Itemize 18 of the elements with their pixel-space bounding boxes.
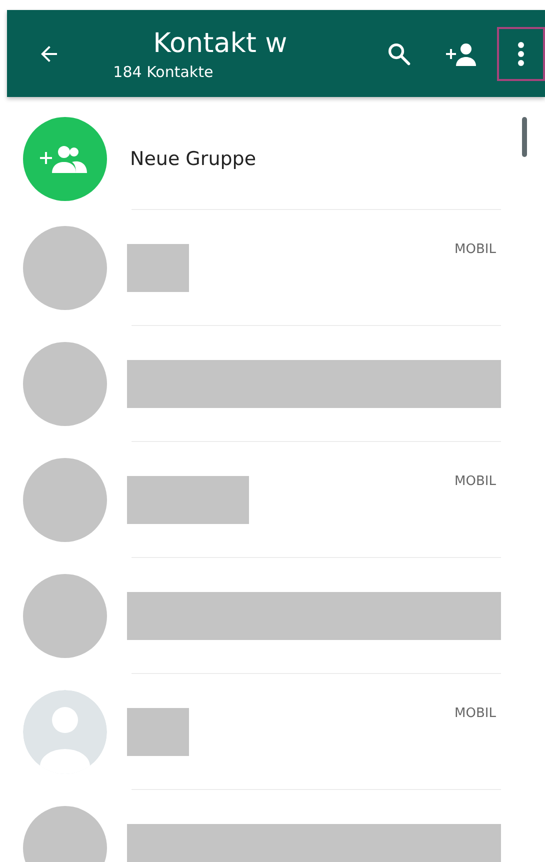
default-avatar-icon <box>23 690 107 774</box>
phone-type-label: MOBIL <box>454 242 496 257</box>
redacted-name <box>127 708 189 756</box>
contact-item[interactable]: MOBIL <box>0 441 545 557</box>
contact-item[interactable]: MOBIL <box>0 673 545 789</box>
phone-type-label: MOBIL <box>454 474 496 489</box>
new-group-label: Neue Gruppe <box>130 148 256 170</box>
more-vertical-icon <box>517 40 526 66</box>
scrollbar <box>522 117 527 157</box>
more-options-button[interactable] <box>497 26 545 80</box>
contact-item[interactable]: MOBIL <box>0 209 545 325</box>
search-icon <box>386 40 412 66</box>
contact-count: 184 Kontakte <box>113 62 214 82</box>
redacted-name <box>127 244 189 292</box>
phone-type-label: MOBIL <box>454 706 496 721</box>
add-person-icon <box>444 40 478 66</box>
screen-title: Kontakt w <box>153 26 288 60</box>
new-group-item[interactable]: Neue Gruppe <box>0 109 545 209</box>
